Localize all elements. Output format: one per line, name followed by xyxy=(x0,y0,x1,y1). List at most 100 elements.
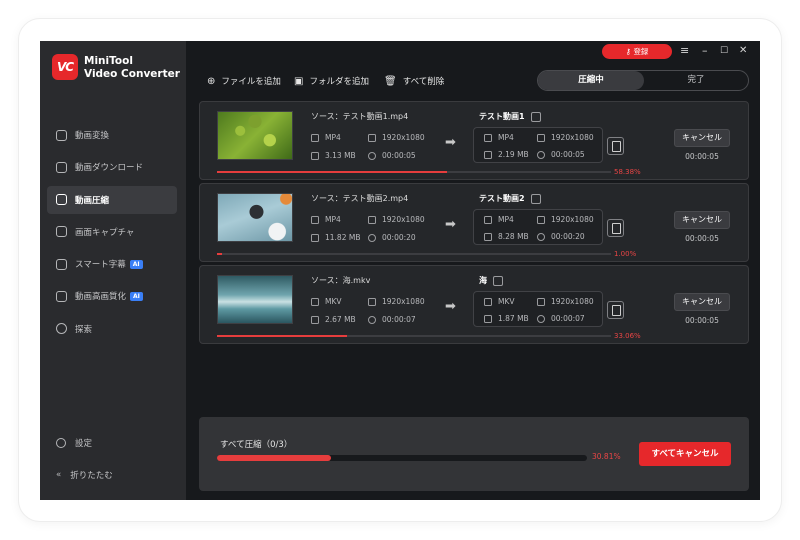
clock-icon xyxy=(368,233,376,242)
cancel-button[interactable]: キャンセル xyxy=(674,211,730,229)
output-duration-value: 00:00:05 xyxy=(551,150,585,159)
output-settings-icon[interactable] xyxy=(607,137,624,155)
output-format: MP4 xyxy=(484,215,514,224)
compress-icon xyxy=(56,194,67,206)
source-resolution-value: 1920x1080 xyxy=(382,133,425,142)
overall-progress-fill xyxy=(217,455,331,461)
progress-track xyxy=(217,171,611,173)
source-format: MKV xyxy=(311,297,342,306)
arrow-right-icon: ➡ xyxy=(445,217,456,232)
source-format-value: MP4 xyxy=(325,133,341,142)
output-settings-icon[interactable] xyxy=(607,301,624,319)
overall-progress-percent: 30.81% xyxy=(592,452,621,461)
output-size: 1.87 MB xyxy=(484,314,529,323)
status-tabs: 圧縮中 完了 xyxy=(537,70,749,91)
sidebar-nav: 動画変換 動画ダウンロード 動画圧縮 画面キャプチャ スマート字幕 AI 動画高… xyxy=(47,121,177,347)
output-format-value: MP4 xyxy=(498,215,514,224)
sidebar-item-label: 動画高画質化 xyxy=(75,292,127,303)
maximize-icon[interactable]: ☐ xyxy=(720,45,728,57)
menu-icon[interactable]: ≡ xyxy=(680,45,689,57)
source-resolution-value: 1920x1080 xyxy=(382,215,425,224)
folder-icon xyxy=(311,233,319,242)
login-button[interactable]: ⚷ 登録 xyxy=(602,44,672,59)
progress-percent: 1.00% xyxy=(614,250,637,258)
source-title: ソース：海.mkv xyxy=(311,275,370,286)
source-duration-value: 00:00:07 xyxy=(382,315,416,324)
sidebar-item-label: 動画変換 xyxy=(75,131,110,141)
app-brand: MiniTool Video Converter xyxy=(84,55,180,81)
source-resolution-value: 1920x1080 xyxy=(382,297,425,306)
add-folder-button[interactable]: ▣ フォルダを追加 xyxy=(294,75,369,88)
settings-label: 設定 xyxy=(75,439,93,449)
sidebar-item-explore[interactable]: 探索 xyxy=(47,315,177,343)
edit-icon[interactable] xyxy=(530,111,541,122)
output-resolution-value: 1920x1080 xyxy=(551,215,594,224)
clock-icon xyxy=(368,151,376,160)
file-icon xyxy=(311,133,319,142)
edit-icon[interactable] xyxy=(530,193,541,204)
cancel-button[interactable]: キャンセル xyxy=(674,293,730,311)
source-filename: テスト動画2.mp4 xyxy=(342,194,409,203)
output-resolution: 1920x1080 xyxy=(537,297,594,306)
delete-all-button[interactable]: 🗑 すべて削除 xyxy=(384,75,444,88)
source-prefix: ソース： xyxy=(311,112,343,121)
add-folder-label: フォルダを追加 xyxy=(309,77,369,87)
video-thumbnail xyxy=(217,275,293,324)
subtitle-icon xyxy=(56,258,67,270)
source-resolution: 1920x1080 xyxy=(368,133,425,142)
output-size-value: 8.28 MB xyxy=(498,232,529,241)
source-size: 2.67 MB xyxy=(311,315,356,324)
output-settings-icon[interactable] xyxy=(607,219,624,237)
sidebar-item-enhance[interactable]: 動画高画質化 AI xyxy=(47,282,177,310)
elapsed-time: 00:00:05 xyxy=(685,316,719,325)
resolution-icon xyxy=(368,297,376,306)
source-size: 3.13 MB xyxy=(311,151,356,160)
cancel-button[interactable]: キャンセル xyxy=(674,129,730,147)
folder-icon xyxy=(484,232,492,241)
sidebar-item-label: 探索 xyxy=(75,324,93,335)
sidebar: VC MiniTool Video Converter 動画変換 動画ダウンロー… xyxy=(40,41,186,500)
source-format: MP4 xyxy=(311,215,341,224)
output-duration: 00:00:07 xyxy=(537,314,585,323)
settings-button[interactable]: 設定 xyxy=(56,437,92,449)
close-icon[interactable]: ✕ xyxy=(739,45,747,57)
source-duration: 00:00:05 xyxy=(368,151,416,160)
task-row: ソース：テスト動画2.mp4 MP4 1920x1080 11.82 MB 00… xyxy=(199,183,749,262)
tab-done[interactable]: 完了 xyxy=(644,71,748,90)
output-name: テスト動画2 xyxy=(479,194,525,203)
app-window: VC MiniTool Video Converter 動画変換 動画ダウンロー… xyxy=(40,41,760,500)
sidebar-item-compress[interactable]: 動画圧縮 xyxy=(47,185,177,214)
source-resolution: 1920x1080 xyxy=(368,215,425,224)
brand-line-2: Video Converter xyxy=(84,68,180,80)
gear-icon xyxy=(56,438,66,448)
output-duration-value: 00:00:07 xyxy=(551,314,585,323)
minimize-icon[interactable]: – xyxy=(702,45,708,57)
cancel-all-button[interactable]: すべてキャンセル xyxy=(639,442,731,466)
overall-title: すべて圧縮（0/3） xyxy=(220,440,293,450)
ai-badge: AI xyxy=(130,291,143,301)
source-prefix: ソース： xyxy=(311,276,343,285)
output-title: テスト動画2 xyxy=(479,193,541,204)
sidebar-item-download[interactable]: 動画ダウンロード xyxy=(47,153,177,181)
sidebar-item-convert[interactable]: 動画変換 xyxy=(47,121,177,149)
overall-progress-panel: すべて圧縮（0/3） 30.81% すべてキャンセル xyxy=(199,417,749,491)
tab-compressing[interactable]: 圧縮中 xyxy=(538,71,644,90)
source-size: 11.82 MB xyxy=(311,233,360,242)
sidebar-item-capture[interactable]: 画面キャプチャ xyxy=(47,218,177,246)
source-format: MP4 xyxy=(311,133,341,142)
collapse-button[interactable]: « 折りたたむ xyxy=(56,469,113,481)
resolution-icon xyxy=(368,133,376,142)
output-duration: 00:00:05 xyxy=(537,150,585,159)
progress-percent: 33.06% xyxy=(614,332,641,340)
source-prefix: ソース： xyxy=(311,194,343,203)
source-duration: 00:00:20 xyxy=(368,233,416,242)
app-logo: VC xyxy=(52,54,78,80)
output-resolution: 1920x1080 xyxy=(537,215,594,224)
edit-icon[interactable] xyxy=(493,275,503,286)
output-info-box: MKV 1920x1080 1.87 MB 00:00:07 xyxy=(473,291,603,327)
login-label: 登録 xyxy=(633,47,649,56)
progress-fill xyxy=(217,253,222,255)
sidebar-item-subtitle[interactable]: スマート字幕 AI xyxy=(47,250,177,278)
source-duration-value: 00:00:05 xyxy=(382,151,416,160)
add-file-button[interactable]: ⊕ ファイルを追加 xyxy=(207,75,281,88)
